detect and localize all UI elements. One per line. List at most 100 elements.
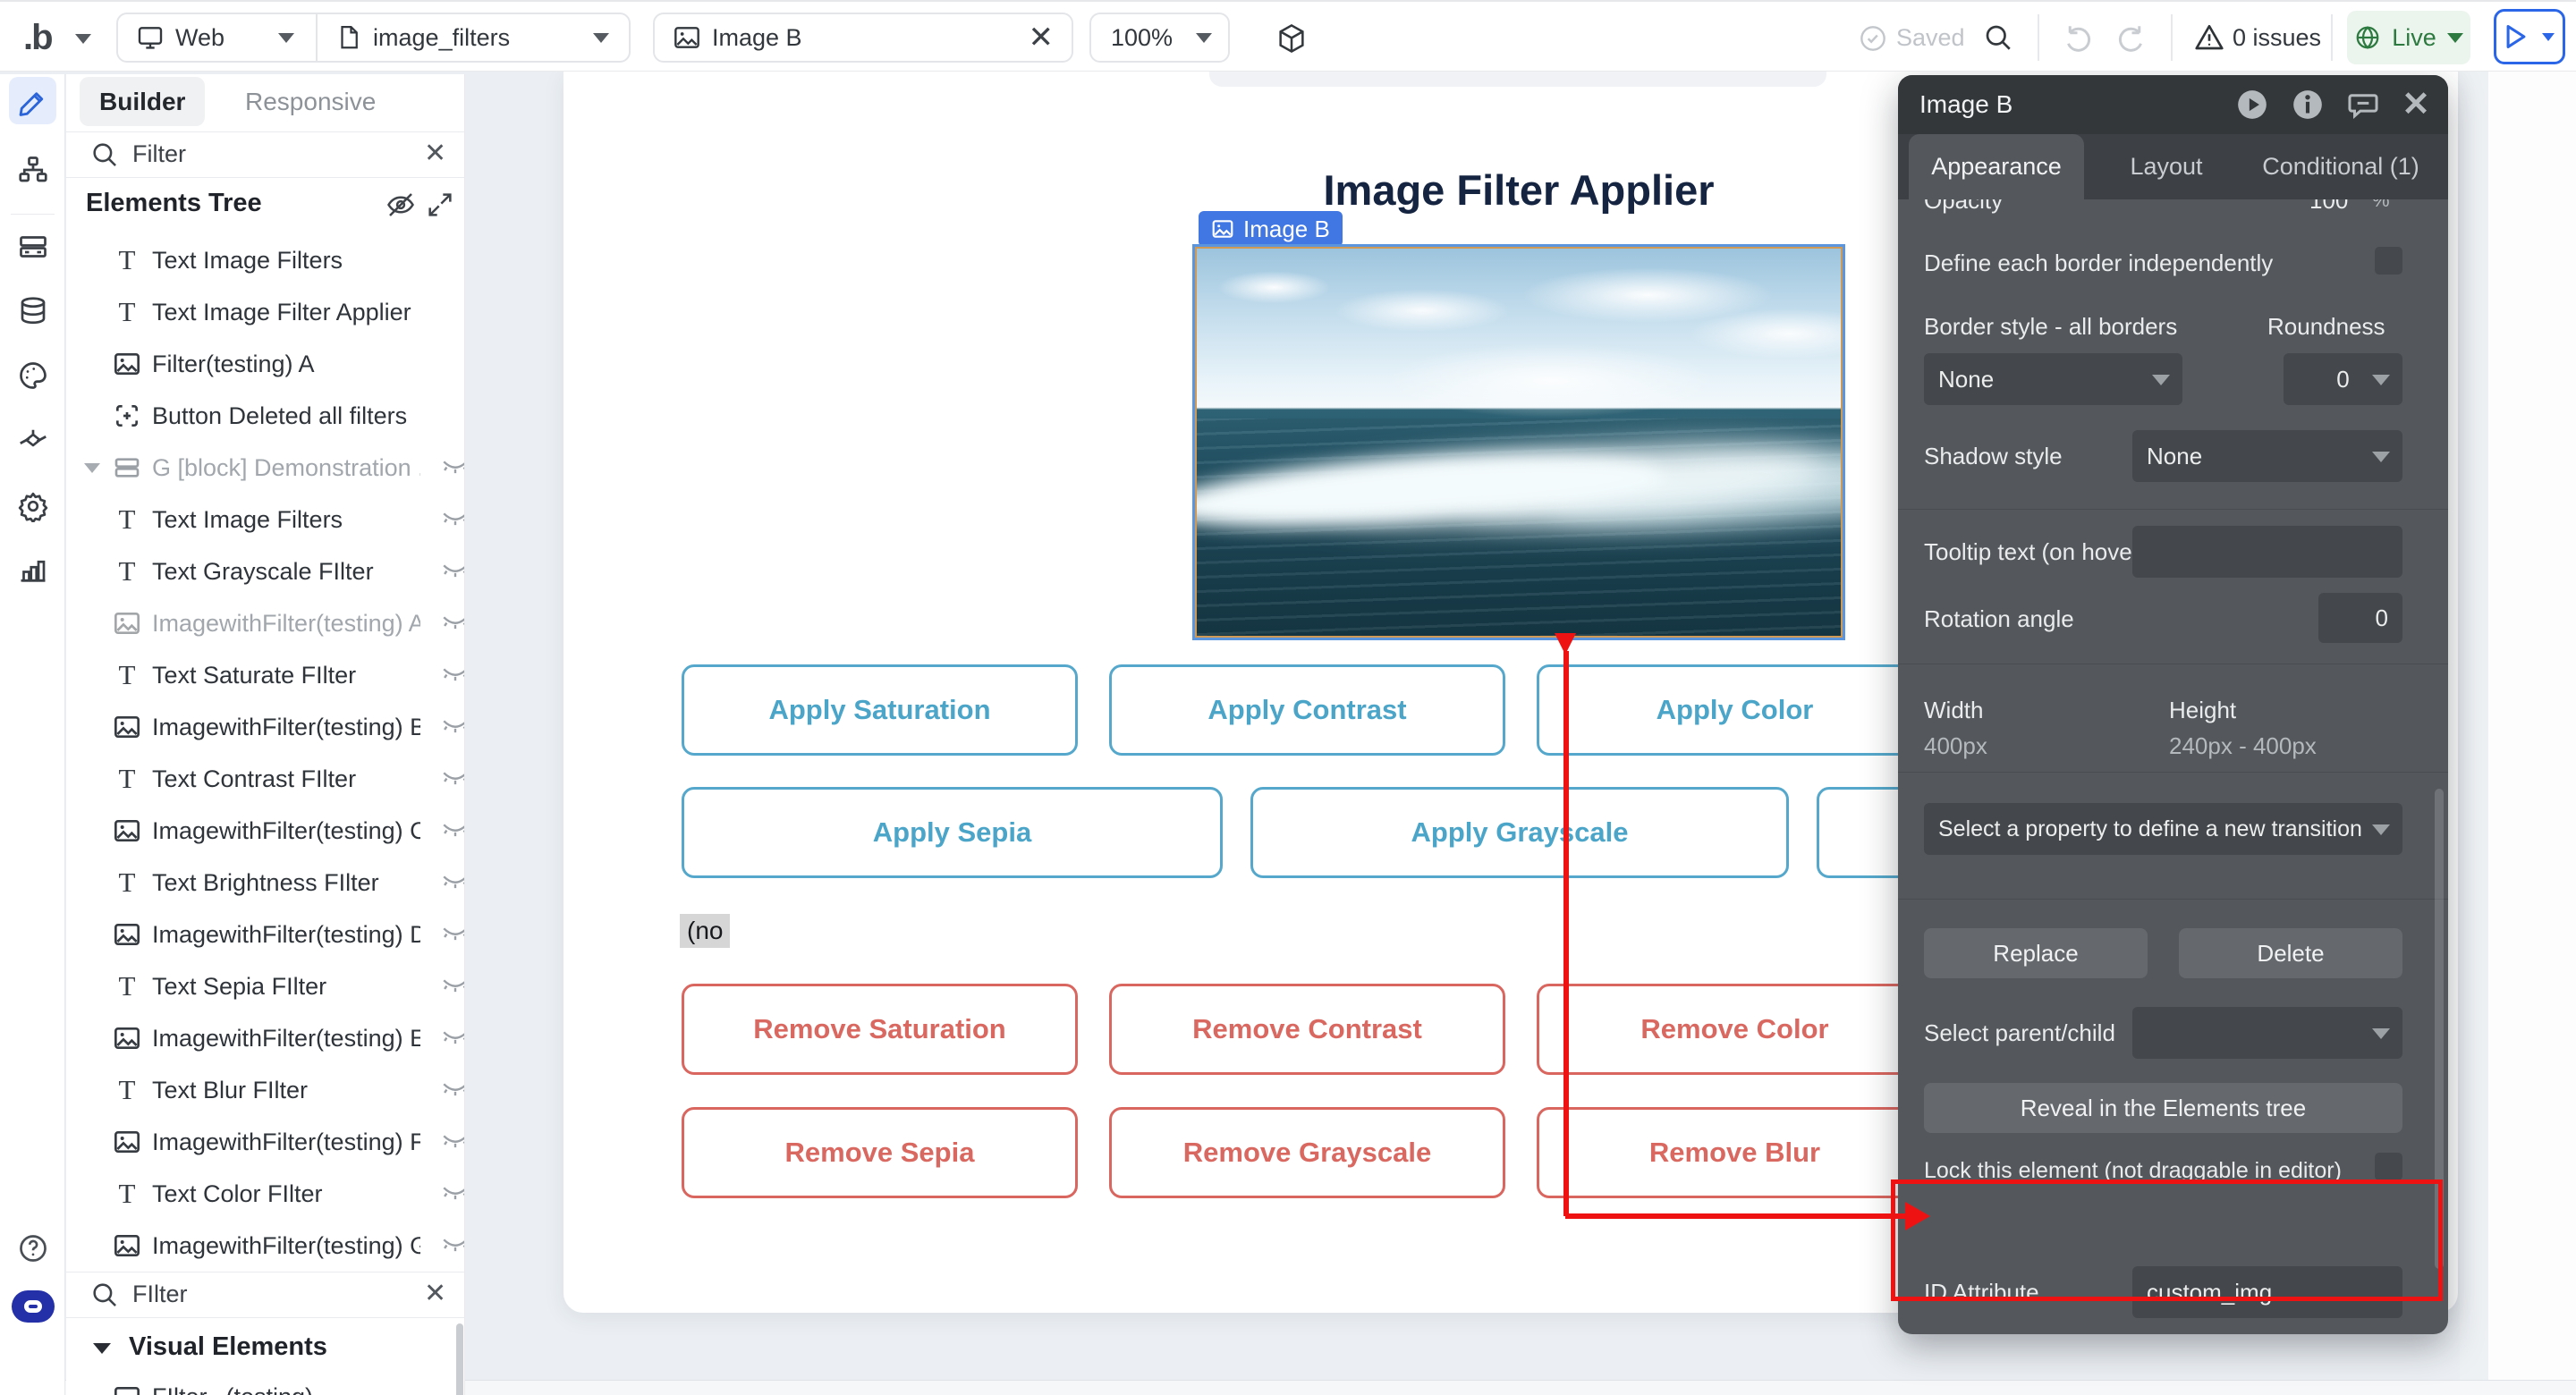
platform-select[interactable]: Web xyxy=(175,24,225,52)
sidebar-item-data[interactable] xyxy=(9,287,56,334)
tree-item[interactable]: T ImagewithFilter(testing) D xyxy=(66,909,465,960)
scrollbar-thumb[interactable] xyxy=(456,1323,463,1395)
tree-item[interactable]: T Text Sepia FIlter xyxy=(66,960,465,1012)
palette-filter-input[interactable]: FIlter ✕ xyxy=(66,1272,465,1317)
tree-item[interactable]: T Text Color FIlter xyxy=(66,1168,465,1220)
search-icon[interactable] xyxy=(1982,21,2014,54)
closed-eye-icon[interactable] xyxy=(440,868,465,895)
close-icon[interactable]: ✕ xyxy=(2402,88,2430,122)
remove-button[interactable]: Remove Saturation xyxy=(682,984,1078,1075)
page-chevron-down-icon[interactable] xyxy=(593,33,609,43)
issues-count[interactable]: 0 issues xyxy=(2233,24,2321,52)
sidebar-item-logs[interactable] xyxy=(9,546,56,594)
tab-appearance[interactable]: Appearance xyxy=(1909,134,2084,199)
element-tab[interactable]: Image B ✕ xyxy=(653,13,1073,63)
apply-button[interactable]: Apply Color xyxy=(1537,664,1933,756)
tree-item[interactable]: T Text Blur FIlter xyxy=(66,1064,465,1116)
closed-eye-icon[interactable] xyxy=(440,920,465,947)
replace-button[interactable]: Replace xyxy=(1924,928,2148,978)
tree-item[interactable]: T Text Image Filters xyxy=(66,234,465,286)
closed-eye-icon[interactable] xyxy=(440,661,465,688)
closed-eye-icon[interactable] xyxy=(440,609,465,636)
closed-eye-icon[interactable] xyxy=(440,713,465,740)
tree-item[interactable]: T Button Deleted all filters xyxy=(66,390,465,442)
partial-palette-item[interactable]: FIlter...(testing) xyxy=(66,1382,465,1395)
clear-filter-icon[interactable]: ✕ xyxy=(424,138,446,169)
tree-item[interactable]: T ImagewithFilter(testing) C xyxy=(66,805,465,857)
live-dropdown[interactable]: Live xyxy=(2347,11,2470,64)
elements-filter-input[interactable]: Filter ✕ xyxy=(66,132,465,177)
panel-header[interactable]: Image B ✕ xyxy=(1898,75,2448,134)
sidebar-item-styles[interactable] xyxy=(9,351,56,399)
tab-responsive[interactable]: Responsive xyxy=(245,77,376,126)
transition-dropdown[interactable]: Select a property to define a new transi… xyxy=(1924,803,2402,855)
tree-item[interactable]: T ImagewithFilter(testing) E xyxy=(66,1012,465,1064)
clear-filter-icon[interactable]: ✕ xyxy=(424,1278,446,1309)
closed-eye-icon[interactable] xyxy=(440,1128,465,1154)
undo-icon[interactable] xyxy=(2063,21,2095,54)
sidebar-item-backend[interactable] xyxy=(9,223,56,270)
remove-button[interactable]: Remove Contrast xyxy=(1109,984,1505,1075)
tree-item[interactable]: T ImagewithFilter(testing) F xyxy=(66,1116,465,1168)
sidebar-item-plugins[interactable] xyxy=(9,416,56,463)
apply-button[interactable]: Apply Contrast xyxy=(1109,664,1505,756)
parent-child-dropdown[interactable] xyxy=(2132,1007,2402,1059)
closed-eye-icon[interactable] xyxy=(440,816,465,843)
expand-tree-icon[interactable] xyxy=(426,190,454,219)
define-border-checkbox[interactable] xyxy=(2375,247,2402,275)
closed-eye-icon[interactable] xyxy=(440,505,465,532)
remove-button[interactable]: Remove Blur xyxy=(1537,1107,1933,1198)
ocean-wave-image[interactable] xyxy=(1195,247,1843,638)
page-select[interactable]: image_filters xyxy=(373,24,510,52)
tab-builder[interactable]: Builder xyxy=(80,77,205,126)
remove-button[interactable]: Remove Sepia xyxy=(682,1107,1078,1198)
apply-button[interactable]: Apply Grayscale xyxy=(1250,787,1789,878)
closed-eye-icon[interactable] xyxy=(440,1076,465,1103)
remove-button[interactable]: Remove Grayscale xyxy=(1109,1107,1505,1198)
sidebar-item-help[interactable] xyxy=(9,1224,56,1272)
tree-item[interactable]: T Text Brightness FIlter xyxy=(66,857,465,909)
sidebar-item-design[interactable] xyxy=(9,77,56,124)
closed-eye-icon[interactable] xyxy=(440,765,465,791)
rotation-input[interactable]: 0 xyxy=(2318,593,2402,643)
caret-down-icon[interactable] xyxy=(84,463,100,473)
apply-button[interactable]: Apply Sepia xyxy=(682,787,1223,878)
border-style-dropdown[interactable]: None xyxy=(1924,353,2182,405)
closed-eye-icon[interactable] xyxy=(440,1179,465,1206)
delete-button[interactable]: Delete xyxy=(2179,928,2402,978)
hide-all-eye-icon[interactable] xyxy=(385,189,417,221)
run-button[interactable] xyxy=(2494,9,2565,64)
closed-eye-icon[interactable] xyxy=(440,1231,465,1258)
tree-item[interactable]: T Text Grayscale FIlter xyxy=(66,545,465,597)
tab-conditional[interactable]: Conditional (1) xyxy=(2247,134,2435,199)
info-icon[interactable] xyxy=(2291,88,2325,122)
preview-icon[interactable] xyxy=(2235,88,2269,122)
sidebar-item-workflow[interactable] xyxy=(9,146,56,193)
tree-item[interactable]: T ImagewithFilter(testing) G xyxy=(66,1220,465,1272)
canvas-scroll-gutter[interactable] xyxy=(2460,72,2488,1395)
closed-eye-icon[interactable] xyxy=(440,1024,465,1051)
cube-icon[interactable] xyxy=(1275,21,1309,55)
lock-checkbox[interactable] xyxy=(2375,1153,2402,1180)
closed-eye-icon[interactable] xyxy=(440,972,465,999)
tree-item[interactable]: T Text Image Filter Applier xyxy=(66,286,465,338)
tree-item[interactable]: T Text Contrast FIlter xyxy=(66,753,465,805)
tree-item[interactable]: T Filter(testing) A xyxy=(66,338,465,390)
shadow-style-dropdown[interactable]: None xyxy=(2132,430,2402,482)
closed-eye-icon[interactable] xyxy=(440,557,465,584)
comment-icon[interactable] xyxy=(2346,88,2380,122)
remove-button[interactable]: Remove Color xyxy=(1537,984,1933,1075)
tree-item[interactable]: T Text Image Filters xyxy=(66,494,465,545)
tree-item[interactable]: T ImagewithFilter(testing) B xyxy=(66,701,465,753)
avatar[interactable] xyxy=(12,1290,55,1323)
tab-layout[interactable]: Layout xyxy=(2113,134,2220,199)
tree-item[interactable]: T ImagewithFilter(testing) A xyxy=(66,597,465,649)
tree-item[interactable]: T G [block] Demonstration ... xyxy=(66,442,465,494)
logo-chevron-down-icon[interactable] xyxy=(75,34,91,44)
platform-chevron-down-icon[interactable] xyxy=(278,33,294,43)
sidebar-item-settings[interactable] xyxy=(9,482,56,529)
zoom-selector[interactable]: 100% xyxy=(1089,13,1230,63)
apply-button[interactable]: Apply Saturation xyxy=(682,664,1078,756)
tree-item[interactable]: T Text Saturate FIlter xyxy=(66,649,465,701)
redo-icon[interactable] xyxy=(2114,21,2147,54)
